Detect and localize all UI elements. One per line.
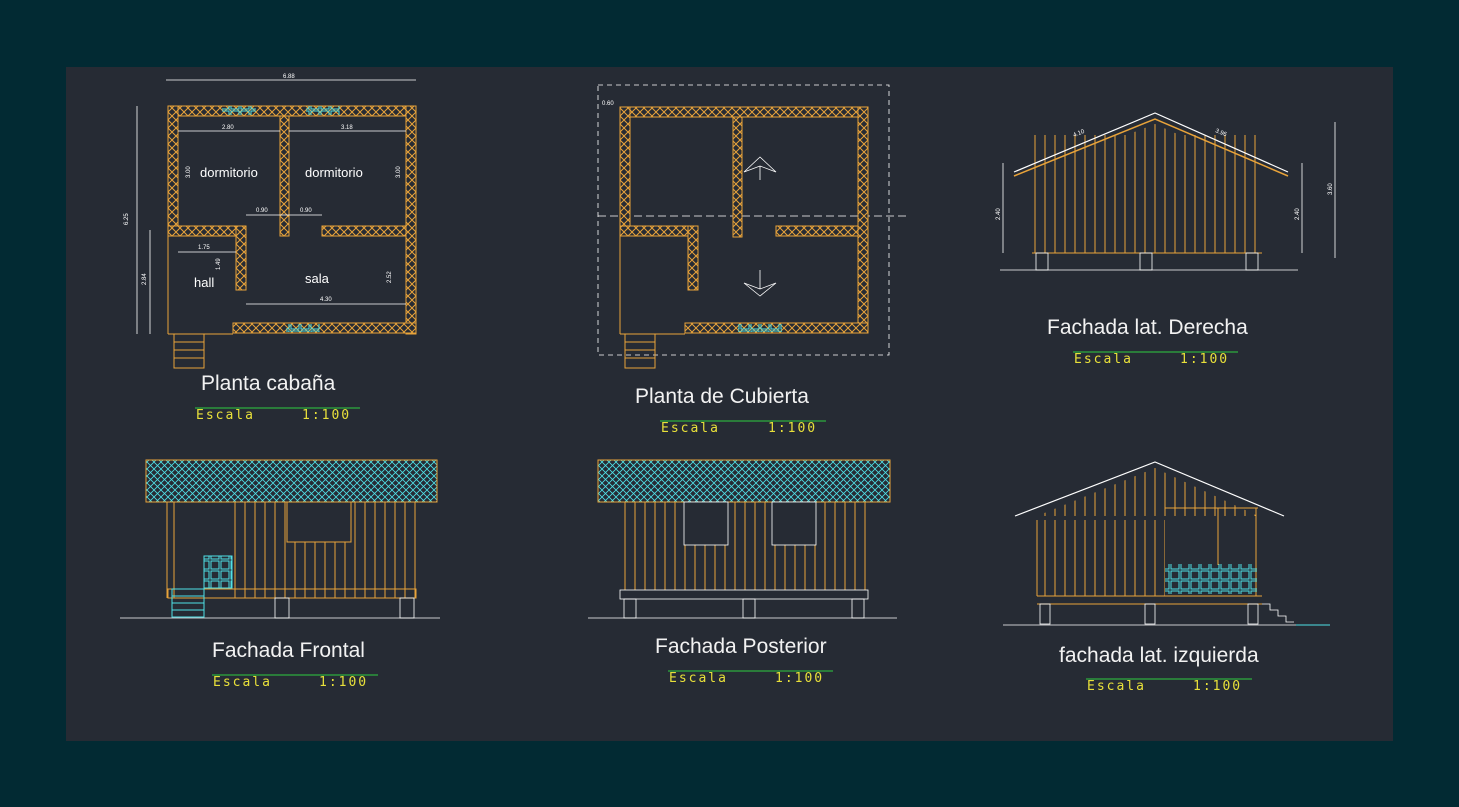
scale-label-cubierta: Escala [661, 421, 720, 436]
rear-elevation [588, 459, 897, 619]
room-dormitorio-2: dormitorio [305, 165, 363, 180]
cad-drawing: 6.88 6.25 2.84 2.80 3.18 3.00 3.00 0.90 [120, 74, 1336, 694]
dim-height-left: 2.40 [996, 208, 1002, 220]
drawing-sheet: 6.88 6.25 2.84 2.80 3.18 3.00 3.00 0.90 [66, 67, 1393, 741]
dim-total-height: 6.25 [124, 213, 130, 225]
view-title-derecha: Fachada lat. Derecha [1047, 316, 1248, 339]
dim-height-total: 3.60 [1328, 183, 1334, 195]
dim-dorm2-width: 3.18 [341, 125, 353, 131]
scale-label-planta: Escala [196, 408, 255, 423]
slope-arrow-down-icon [743, 270, 777, 297]
view-title-planta: Planta cabaña [201, 372, 336, 395]
dim-sala-height: 2.52 [387, 271, 393, 283]
dim-total-width: 6.88 [283, 74, 295, 80]
scale-value-posterior: 1:100 [775, 671, 824, 686]
scale-value-planta: 1:100 [302, 408, 351, 423]
dim-height-right: 2.40 [1295, 208, 1301, 220]
dim-dorm-height-left: 3.00 [186, 166, 192, 178]
slope-arrow-up-icon [743, 156, 777, 180]
view-title-posterior: Fachada Posterior [655, 635, 827, 658]
dim-left-lower: 2.84 [142, 273, 148, 285]
dim-hall-width: 1.75 [198, 245, 210, 251]
dim-dorm-height-right: 3.00 [396, 166, 402, 178]
view-title-izquierda: fachada lat. izquierda [1059, 644, 1259, 667]
scale-label-frontal: Escala [213, 675, 272, 690]
right-elevation: 2.40 2.40 3.60 4.10 3.96 [996, 112, 1336, 271]
floor-plan: 6.88 6.25 2.84 2.80 3.18 3.00 3.00 0.90 [124, 74, 417, 369]
room-sala: sala [305, 271, 330, 286]
dim-hall-height: 1.49 [216, 258, 222, 270]
scale-value-cubierta: 1:100 [768, 421, 817, 436]
dim-roof-overhang: 0.60 [602, 101, 614, 107]
front-elevation [120, 459, 440, 619]
dim-dorm1-width: 2.80 [222, 125, 234, 131]
dim-door-2: 0.90 [300, 208, 312, 214]
dim-door-1: 0.90 [256, 208, 268, 214]
dim-sala-width: 4.30 [320, 297, 332, 303]
room-hall: hall [194, 275, 214, 290]
scale-label-posterior: Escala [669, 671, 728, 686]
roof-plan: 0.60 [597, 84, 908, 369]
scale-label-derecha: Escala [1074, 352, 1133, 367]
left-elevation [1003, 461, 1330, 626]
view-title-frontal: Fachada Frontal [212, 639, 365, 662]
scale-value-derecha: 1:100 [1180, 352, 1229, 367]
room-dormitorio-1: dormitorio [200, 165, 258, 180]
scale-label-izquierda: Escala [1087, 679, 1146, 694]
scale-value-izquierda: 1:100 [1193, 679, 1242, 694]
view-title-cubierta: Planta de Cubierta [635, 385, 809, 408]
scale-value-frontal: 1:100 [319, 675, 368, 690]
